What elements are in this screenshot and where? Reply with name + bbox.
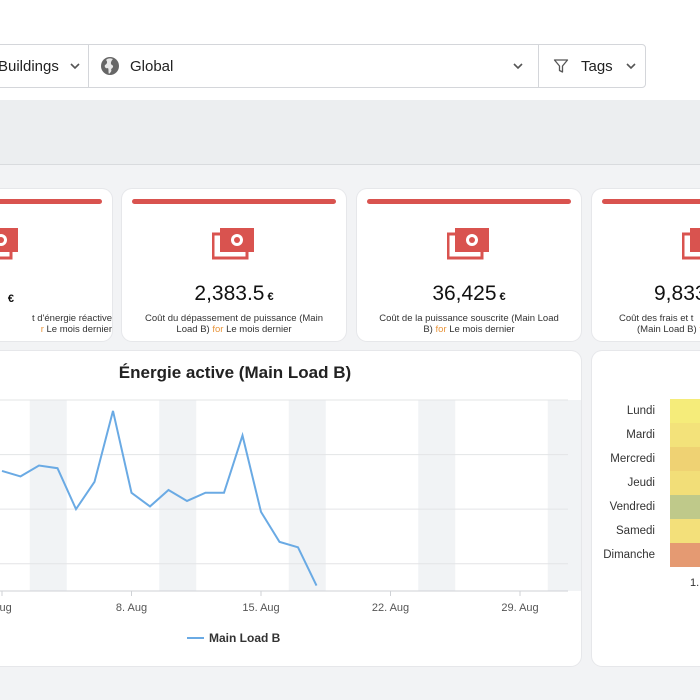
global-label: Global xyxy=(130,57,174,75)
kpi-period: Le mois dernier xyxy=(226,324,292,335)
globe-icon xyxy=(101,57,119,75)
heatmap-row-label: Jeudi xyxy=(627,477,656,489)
heatmap-row-label: Mercredi xyxy=(610,453,655,465)
heatmap-row-label: Lundi xyxy=(626,405,655,417)
kpi-desc-line1: t d'énergie réactive xyxy=(32,313,112,324)
kpi-desc-line1: Coût du dépassement de puissance (Main xyxy=(145,313,323,324)
kpi-card-reactive-energy: € t d'énergie réactive r Le mois dernier xyxy=(0,189,112,341)
x-tick-label: 29. Aug xyxy=(501,602,538,614)
global-filter[interactable]: Global xyxy=(88,44,539,88)
kpi-desc-line1: Coût de la puissance souscrite (Main Loa… xyxy=(379,313,559,324)
money-icon xyxy=(212,228,254,260)
x-tick-label: 22. Aug xyxy=(372,602,409,614)
filter-icon xyxy=(553,59,569,73)
kpi-period: Le mois dernier xyxy=(449,324,515,335)
money-icon xyxy=(447,228,489,260)
kpi-card-subscribed-power: 36,425 € Coût de la puissance souscrite (… xyxy=(357,189,581,341)
heatmap-cell[interactable] xyxy=(670,519,700,543)
kpi-value: 36,425 xyxy=(432,282,497,305)
kpi-for: r xyxy=(40,324,44,335)
kpi-desc-line2: (Main Load B) xyxy=(637,324,697,335)
heatmap-row-label: Samedi xyxy=(616,525,655,537)
buildings-filter[interactable]: Buildings xyxy=(0,44,89,88)
heatmap-cell[interactable] xyxy=(670,495,700,519)
buildings-label: Buildings xyxy=(0,57,59,75)
heatmap-cell[interactable] xyxy=(670,399,700,423)
kpi-desc-line2: B) xyxy=(423,324,433,335)
chart-card-active-energy: Énergie active (Main Load B) Aug 8. Aug 15… xyxy=(0,351,581,666)
heatmap-cell[interactable] xyxy=(670,423,700,447)
kpi-desc-line2: Load B) xyxy=(176,324,210,335)
kpi-unit: € xyxy=(499,291,506,303)
heatmap-card: Lundi Mardi Mercredi Jeudi Vendredi Samedi Dim… xyxy=(592,351,700,666)
tags-label: Tags xyxy=(581,57,613,75)
kpi-description: Coût du dépassement de puissance (Main L… xyxy=(130,313,338,335)
kpi-for: for xyxy=(212,324,224,335)
heatmap-cell[interactable] xyxy=(670,543,700,567)
chevron-down-icon xyxy=(513,63,523,70)
money-icon xyxy=(0,228,18,260)
kpi-for: for xyxy=(435,324,447,335)
line-chart: Énergie active (Main Load B) Aug 8. Aug 15… xyxy=(0,363,581,645)
filter-bar: Buildings Global Tags xyxy=(0,0,700,100)
kpi-accent-bar xyxy=(132,199,336,204)
x-tick-label: 8. Aug xyxy=(116,602,147,614)
x-tick-label: Aug xyxy=(0,602,12,614)
weekend-band xyxy=(547,400,581,591)
kpi-description: Coût des frais et t (Main Load B) fo xyxy=(619,313,700,335)
kpi-description: t d'énergie réactive r Le mois dernier xyxy=(0,313,112,335)
heatmap-row-label: Vendredi xyxy=(609,501,655,513)
kpi-accent-bar xyxy=(602,199,700,204)
kpi-accent-bar xyxy=(367,199,571,204)
heatmap-cell[interactable] xyxy=(670,471,700,495)
kpi-unit: € xyxy=(267,291,274,303)
heatmap-row-label: Mardi xyxy=(626,429,655,441)
kpi-value: 2,383.5 xyxy=(194,282,265,305)
heatmap-row-label: Dimanche xyxy=(603,549,655,561)
kpi-value: 9,833 xyxy=(654,282,700,305)
weekend-band xyxy=(29,400,67,591)
kpi-description: Coût de la puissance souscrite (Main Loa… xyxy=(365,313,573,335)
chevron-down-icon xyxy=(626,63,636,70)
kpi-accent-bar xyxy=(0,199,102,204)
kpi-unit: € xyxy=(7,293,14,305)
legend-label[interactable]: Main Load B xyxy=(209,631,281,645)
weekend-band xyxy=(288,400,326,591)
money-icon xyxy=(682,228,700,260)
toolbar-band xyxy=(0,100,700,165)
heatmap-cell[interactable] xyxy=(670,447,700,471)
weekend-band xyxy=(418,400,456,591)
kpi-period: Le mois dernier xyxy=(46,324,112,335)
chevron-down-icon xyxy=(70,63,80,70)
heatmap-x-label: 1. xyxy=(690,577,700,589)
x-tick-label: 15. Aug xyxy=(242,602,279,614)
kpi-desc-line1: Coût des frais et t xyxy=(619,313,694,324)
kpi-card-power-overrun: 2,383.5 € Coût du dépassement de puissanc… xyxy=(122,189,346,341)
chart-title: Énergie active (Main Load B) xyxy=(119,363,351,382)
kpi-card-fees-taxes: 9,833 Coût des frais et t (Main Load B) … xyxy=(592,189,700,341)
tags-filter[interactable]: Tags xyxy=(538,44,646,88)
